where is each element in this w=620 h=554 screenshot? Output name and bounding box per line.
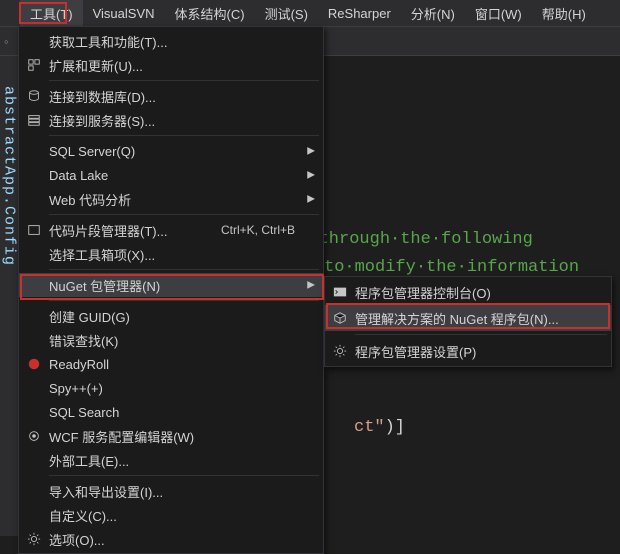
menu-label: WCF 服务配置编辑器(W) xyxy=(49,427,295,446)
menu-separator xyxy=(49,475,319,476)
menu-separator xyxy=(49,80,319,81)
menu-visualsvn[interactable]: VisualSVN xyxy=(83,2,165,25)
menu-extensions[interactable]: 扩展和更新(U)... xyxy=(19,53,323,77)
chevron-right-icon: ▶ xyxy=(307,194,315,205)
menu-label: 创建 GUID(G) xyxy=(49,307,295,326)
menu-error-lookup[interactable]: 错误查找(K) xyxy=(19,328,323,352)
menu-window[interactable]: 窗口(W) xyxy=(465,0,532,27)
menu-help[interactable]: 帮助(H) xyxy=(532,0,596,27)
menu-label: Spy++(+) xyxy=(49,381,295,396)
menu-toolbox-items[interactable]: 选择工具箱项(X)... xyxy=(19,242,323,266)
chevron-right-icon: ▶ xyxy=(307,146,315,157)
menu-options[interactable]: 选项(O)... xyxy=(19,527,323,551)
menu-separator xyxy=(49,135,319,136)
menu-label: 选项(O)... xyxy=(49,530,295,549)
submenu-console[interactable]: 程序包管理器控制台(O) xyxy=(325,279,611,305)
menu-data-lake[interactable]: Data Lake ▶ xyxy=(19,163,323,187)
menubar: 工具(T) VisualSVN 体系结构(C) 测试(S) ReSharper … xyxy=(0,0,620,26)
gutter-tab-label[interactable]: abstractApp.Config xyxy=(1,86,18,266)
menu-create-guid[interactable]: 创建 GUID(G) xyxy=(19,304,323,328)
menu-readyroll[interactable]: ReadyRoll xyxy=(19,352,323,376)
menu-web-analysis[interactable]: Web 代码分析 ▶ xyxy=(19,187,323,211)
menu-label: SQL Search xyxy=(49,405,295,420)
editor-gutter: abstractApp.Config xyxy=(0,56,18,536)
menu-customize[interactable]: 自定义(C)... xyxy=(19,503,323,527)
snippet-icon xyxy=(19,223,49,237)
console-icon xyxy=(325,285,355,299)
menu-label: 选择工具箱项(X)... xyxy=(49,245,295,264)
chevron-right-icon: ▶ xyxy=(307,280,315,291)
code-comment: ed·through·the·following xyxy=(288,226,533,254)
nav-back-icon[interactable]: ◦ xyxy=(4,34,9,49)
menu-separator xyxy=(49,269,319,270)
menu-nuget[interactable]: NuGet 包管理器(N) ▶ xyxy=(19,273,323,297)
menu-get-tools[interactable]: 获取工具和功能(T)... xyxy=(19,29,323,53)
menu-label: ReadyRoll xyxy=(49,357,295,372)
menu-import-export[interactable]: 导入和导出设置(I)... xyxy=(19,479,323,503)
gear-icon xyxy=(325,344,355,358)
server-icon xyxy=(19,113,49,127)
menu-separator xyxy=(49,214,319,215)
menu-label: 管理解决方案的 NuGet 程序包(N)... xyxy=(355,309,583,328)
menu-label: 自定义(C)... xyxy=(49,506,295,525)
menu-label: Data Lake xyxy=(49,168,295,183)
menu-label: NuGet 包管理器(N) xyxy=(49,276,295,295)
menu-shortcut: Ctrl+K, Ctrl+B xyxy=(207,223,295,237)
menu-label: 代码片段管理器(T)... xyxy=(49,221,207,240)
database-icon xyxy=(19,89,49,103)
menu-label: 获取工具和功能(T)... xyxy=(49,32,295,51)
menu-label: 导入和导出设置(I)... xyxy=(49,482,295,501)
chevron-right-icon: ▶ xyxy=(307,170,315,181)
menu-test[interactable]: 测试(S) xyxy=(255,0,318,27)
menu-label: 程序包管理器控制台(O) xyxy=(355,283,583,302)
gear-icon xyxy=(19,532,49,546)
menu-connect-server[interactable]: 连接到服务器(S)... xyxy=(19,108,323,132)
menu-label: 连接到数据库(D)... xyxy=(49,87,295,106)
nuget-submenu: 程序包管理器控制台(O) 管理解决方案的 NuGet 程序包(N)... 程序包… xyxy=(324,276,612,367)
menu-analyze[interactable]: 分析(N) xyxy=(401,0,465,27)
menu-label: 外部工具(E)... xyxy=(49,451,295,470)
package-icon xyxy=(325,311,355,325)
code-attribute: ct")] xyxy=(354,414,405,442)
menu-label: 连接到服务器(S)... xyxy=(49,111,295,130)
submenu-manage-packages[interactable]: 管理解决方案的 NuGet 程序包(N)... xyxy=(325,305,611,331)
menu-connect-db[interactable]: 连接到数据库(D)... xyxy=(19,84,323,108)
menu-label: Web 代码分析 xyxy=(49,190,295,209)
menu-label: SQL Server(Q) xyxy=(49,144,295,159)
menu-tools[interactable]: 工具(T) xyxy=(20,0,83,27)
extensions-icon xyxy=(19,58,49,72)
menu-sql-search[interactable]: SQL Search xyxy=(19,400,323,424)
menu-external-tools[interactable]: 外部工具(E)... xyxy=(19,448,323,472)
menu-wcf-editor[interactable]: WCF 服务配置编辑器(W) xyxy=(19,424,323,448)
wcf-icon xyxy=(19,429,49,443)
submenu-settings[interactable]: 程序包管理器设置(P) xyxy=(325,338,611,364)
menu-sql-server[interactable]: SQL Server(Q) ▶ xyxy=(19,139,323,163)
menu-resharper[interactable]: ReSharper xyxy=(318,2,401,25)
menu-separator xyxy=(355,334,607,335)
menu-label: 错误查找(K) xyxy=(49,331,295,350)
menu-architecture[interactable]: 体系结构(C) xyxy=(165,0,255,27)
menu-spypp[interactable]: Spy++(+) xyxy=(19,376,323,400)
tools-dropdown: 获取工具和功能(T)... 扩展和更新(U)... 连接到数据库(D)... 连… xyxy=(18,26,324,554)
menu-label: 扩展和更新(U)... xyxy=(49,56,295,75)
readyroll-icon xyxy=(19,357,49,371)
menu-snippet-manager[interactable]: 代码片段管理器(T)... Ctrl+K, Ctrl+B xyxy=(19,218,323,242)
menu-label: 程序包管理器设置(P) xyxy=(355,342,583,361)
menu-separator xyxy=(49,300,319,301)
